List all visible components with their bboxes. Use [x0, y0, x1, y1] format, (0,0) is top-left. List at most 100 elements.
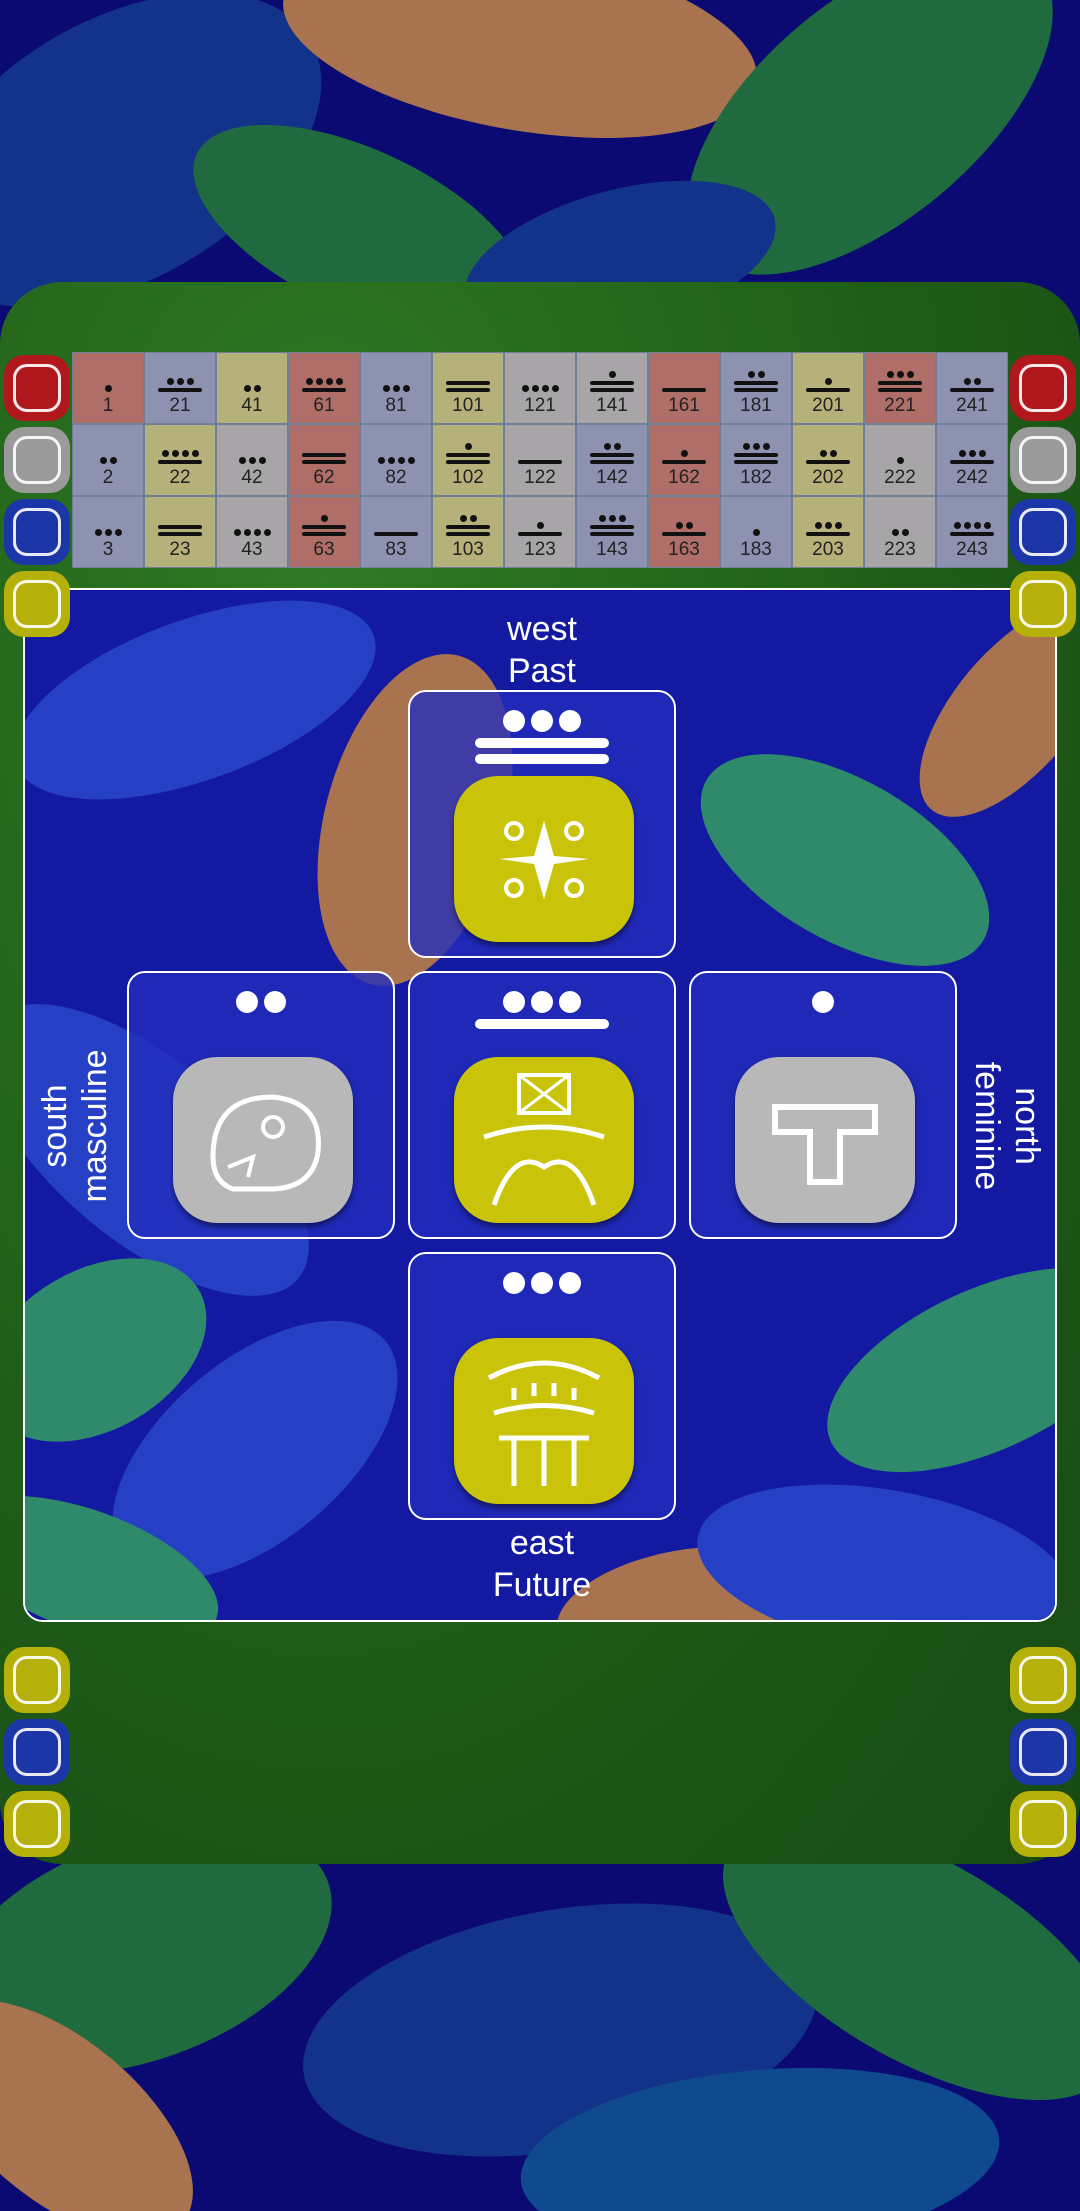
- day-number: 81: [385, 395, 407, 416]
- day-number: 201: [812, 395, 844, 416]
- grid-cell[interactable]: 202: [792, 424, 864, 496]
- grid-cell[interactable]: 241: [936, 352, 1008, 424]
- star-day-glyph: [454, 776, 634, 942]
- maya-numeral: [584, 353, 640, 395]
- maya-numeral: [728, 353, 784, 395]
- tile-numeral: [691, 991, 955, 1013]
- grid-cell[interactable]: 141: [576, 352, 648, 424]
- grid-cell[interactable]: 203: [792, 496, 864, 568]
- day-number: 242: [956, 467, 988, 488]
- maya-numeral: [296, 497, 352, 539]
- day-number: 82: [385, 467, 407, 488]
- grid-cell[interactable]: 22: [144, 424, 216, 496]
- day-tile-north[interactable]: [689, 971, 957, 1239]
- maya-numeral: [296, 353, 352, 395]
- day-tile-center[interactable]: [408, 971, 676, 1239]
- maya-numeral: [800, 497, 856, 539]
- grid-cell[interactable]: 143: [576, 496, 648, 568]
- maya-numeral: [872, 353, 928, 395]
- grid-cell[interactable]: 121: [504, 352, 576, 424]
- grid-cell[interactable]: 183: [720, 496, 792, 568]
- maya-numeral: [152, 353, 208, 395]
- grid-cell[interactable]: 2: [72, 424, 144, 496]
- side-day-glyph: [4, 1791, 70, 1857]
- maya-numeral: [80, 425, 136, 467]
- grid-cell[interactable]: 23: [144, 496, 216, 568]
- side-day-glyph: [4, 1719, 70, 1785]
- north-label: north: [1008, 1087, 1046, 1165]
- maya-numeral: [656, 425, 712, 467]
- day-number: 221: [884, 395, 916, 416]
- grid-cell[interactable]: 242: [936, 424, 1008, 496]
- grid-cell[interactable]: 161: [648, 352, 720, 424]
- grid-cell[interactable]: 122: [504, 424, 576, 496]
- maya-numeral: [512, 353, 568, 395]
- maya-numeral: [440, 425, 496, 467]
- day-tile-west[interactable]: [408, 690, 676, 958]
- grid-cell[interactable]: 223: [864, 496, 936, 568]
- t-shape-day-glyph: [735, 1057, 915, 1223]
- tile-numeral: [410, 991, 674, 1029]
- grid-cell[interactable]: 243: [936, 496, 1008, 568]
- grid-cell[interactable]: 181: [720, 352, 792, 424]
- day-number: 241: [956, 395, 988, 416]
- maya-numeral: [368, 353, 424, 395]
- future-label: Future: [492, 1566, 592, 1604]
- maya-numeral: [656, 497, 712, 539]
- grid-cell[interactable]: 102: [432, 424, 504, 496]
- grid-cell[interactable]: 222: [864, 424, 936, 496]
- day-number: 181: [740, 395, 772, 416]
- cross-panel: west Past east Future south masculine no…: [23, 588, 1057, 1622]
- maya-numeral: [440, 353, 496, 395]
- maya-numeral: [152, 497, 208, 539]
- day-tile-south[interactable]: [127, 971, 395, 1239]
- grid-cell[interactable]: 81: [360, 352, 432, 424]
- grid-cell[interactable]: 162: [648, 424, 720, 496]
- day-number: 223: [884, 539, 916, 560]
- side-day-glyph: [1010, 571, 1076, 637]
- grid-cell[interactable]: 103: [432, 496, 504, 568]
- grid-cell[interactable]: 42: [216, 424, 288, 496]
- day-number: 203: [812, 539, 844, 560]
- grid-cell[interactable]: 82: [360, 424, 432, 496]
- grid-cell[interactable]: 61: [288, 352, 360, 424]
- day-number: 101: [452, 395, 484, 416]
- grid-cell[interactable]: 101: [432, 352, 504, 424]
- tile-numeral: [410, 710, 674, 764]
- maya-numeral: [584, 497, 640, 539]
- side-day-glyph: [1010, 1791, 1076, 1857]
- maya-numeral: [872, 425, 928, 467]
- maya-numeral: [80, 353, 136, 395]
- grid-cell[interactable]: 43: [216, 496, 288, 568]
- grid-cell[interactable]: 142: [576, 424, 648, 496]
- grid-cell[interactable]: 123: [504, 496, 576, 568]
- day-number: 1: [102, 395, 114, 416]
- side-day-glyph: [1010, 499, 1076, 565]
- grid-cell[interactable]: 3: [72, 496, 144, 568]
- grid-cell[interactable]: 83: [360, 496, 432, 568]
- grid-cell[interactable]: 21: [144, 352, 216, 424]
- grid-cell[interactable]: 221: [864, 352, 936, 424]
- grid-cell[interactable]: 163: [648, 496, 720, 568]
- maya-numeral: [512, 425, 568, 467]
- grid-cell[interactable]: 1: [72, 352, 144, 424]
- day-number: 103: [452, 539, 484, 560]
- side-day-glyph: [1010, 1719, 1076, 1785]
- day-number: 243: [956, 539, 988, 560]
- south-label: south: [36, 1084, 74, 1168]
- day-number: 182: [740, 467, 772, 488]
- maya-numeral: [224, 497, 280, 539]
- grid-cell[interactable]: 63: [288, 496, 360, 568]
- grid-cell[interactable]: 201: [792, 352, 864, 424]
- grid-cell[interactable]: 41: [216, 352, 288, 424]
- past-label: Past: [507, 652, 577, 690]
- side-day-glyph: [1010, 1647, 1076, 1713]
- maya-numeral: [368, 497, 424, 539]
- west-label: west: [507, 610, 577, 648]
- maya-numeral: [800, 425, 856, 467]
- day-tile-east[interactable]: [408, 1252, 676, 1520]
- day-number: 23: [169, 539, 191, 560]
- grid-cell[interactable]: 182: [720, 424, 792, 496]
- grid-cell[interactable]: 62: [288, 424, 360, 496]
- day-number: 122: [524, 467, 556, 488]
